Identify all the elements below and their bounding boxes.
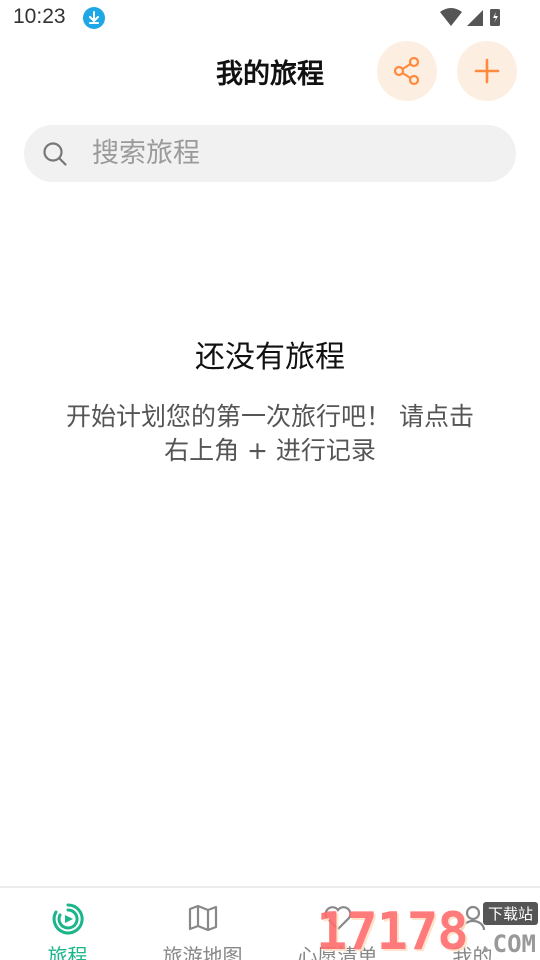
tab-label: 旅游地图 — [162, 944, 243, 960]
add-trip-button[interactable] — [457, 41, 517, 101]
search-bar[interactable] — [24, 125, 516, 182]
tab-travel-map[interactable]: 旅游地图 — [135, 888, 270, 960]
share-icon — [393, 56, 420, 86]
plus-icon — [474, 58, 500, 84]
empty-description: 开始计划您的第一次旅行吧！ 请点击右上角 + 进行记录 — [66, 402, 474, 465]
map-icon — [188, 904, 217, 932]
empty-state: 还没有旅程 开始计划您的第一次旅行吧！ 请点击右上角 + 进行记录 — [0, 338, 540, 468]
watermark-suffix: .COM — [478, 930, 536, 958]
watermark-logo: 17178 — [316, 902, 469, 960]
status-icons — [440, 8, 500, 26]
journey-icon — [52, 903, 84, 935]
wifi-icon — [440, 8, 462, 26]
share-button[interactable] — [377, 41, 437, 101]
status-time: 10:23 — [13, 5, 66, 28]
search-input[interactable] — [92, 125, 492, 182]
watermark: 17178 下载站 .COM — [316, 900, 540, 960]
empty-title: 还没有旅程 — [195, 340, 345, 375]
tab-label: 旅程 — [47, 944, 88, 960]
status-bar: 10:23 — [0, 0, 540, 38]
watermark-tag: 下载站 — [482, 902, 538, 925]
search-icon — [43, 142, 67, 166]
signal-icon — [467, 10, 483, 26]
download-icon — [83, 7, 105, 29]
tab-journey[interactable]: 旅程 — [0, 888, 135, 960]
header: 我的旅程 — [0, 38, 540, 106]
